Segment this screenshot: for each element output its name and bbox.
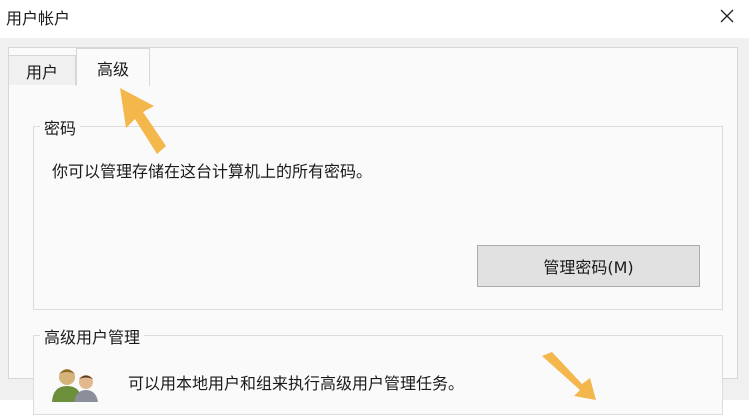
advanced-group-title: 高级用户管理 <box>40 324 145 348</box>
tab-advanced[interactable]: 高级 <box>76 48 150 86</box>
annotation-arrow-icon <box>120 88 166 154</box>
close-button[interactable] <box>705 0 749 32</box>
users-group-icon <box>52 369 98 402</box>
tab-users[interactable]: 用户 <box>8 55 76 85</box>
advanced-description: 可以用本地用户和组来执行高级用户管理任务。 <box>128 374 465 393</box>
window-title: 用户帐户 <box>6 9 71 28</box>
password-group-title: 密码 <box>40 115 81 139</box>
title-bar: 用户帐户 <box>0 0 749 38</box>
tab-advanced-label: 高级 <box>96 59 129 79</box>
tab-users-label: 用户 <box>25 62 58 82</box>
password-description: 你可以管理存储在这台计算机上的所有密码。 <box>52 162 373 181</box>
close-icon <box>720 9 734 23</box>
annotation-arrow-icon <box>542 352 596 400</box>
manage-passwords-button[interactable]: 管理密码(M) <box>477 245 700 287</box>
